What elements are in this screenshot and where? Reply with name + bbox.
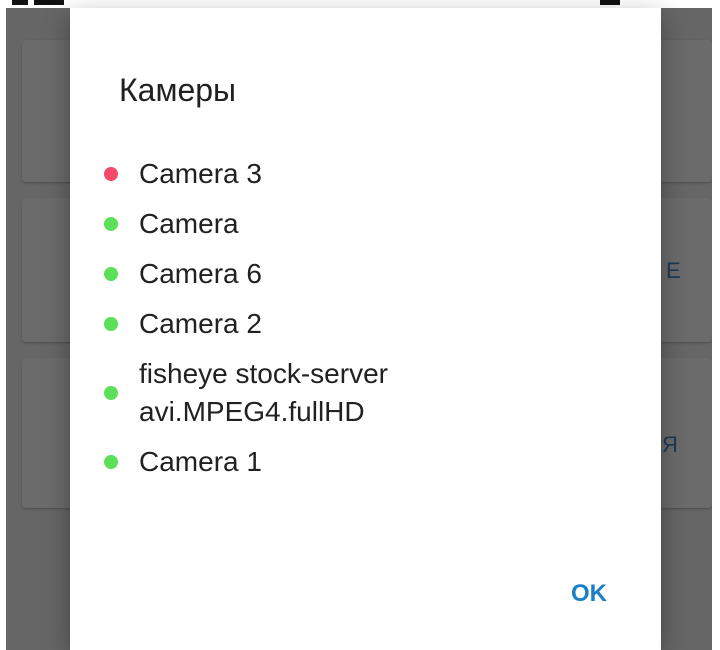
status-dot-icon xyxy=(104,167,118,181)
status-dot-icon xyxy=(104,386,118,400)
camera-name: Camera 3 xyxy=(139,158,262,189)
camera-name: Camera 2 xyxy=(139,308,262,339)
dialog-title: Камеры xyxy=(119,72,237,108)
cameras-dialog: Камеры Camera 3 Camera Camera 6 Camera 2… xyxy=(70,8,661,650)
screen: E Я Камеры Camera 3 Camera Camera 6 Came… xyxy=(0,0,720,650)
status-dot-icon xyxy=(104,267,118,281)
camera-list: Camera 3 Camera Camera 6 Camera 2 fishey… xyxy=(104,155,624,493)
status-dot-icon xyxy=(104,217,118,231)
camera-item[interactable]: Camera 3 xyxy=(104,155,624,193)
camera-name: Camera xyxy=(139,208,239,239)
camera-name: Camera 6 xyxy=(139,258,262,289)
camera-name: Camera 1 xyxy=(139,446,262,477)
camera-item[interactable]: Camera xyxy=(104,205,624,243)
cut-off-header-strip xyxy=(0,0,720,8)
camera-item[interactable]: Camera 6 xyxy=(104,255,624,293)
background-card-text: E xyxy=(666,258,682,283)
camera-item[interactable]: Camera 1 xyxy=(104,443,624,481)
camera-item[interactable]: Camera 2 xyxy=(104,305,624,343)
ok-button[interactable]: OK xyxy=(569,576,609,612)
camera-name: fisheye stock-server avi.MPEG4.fullHD xyxy=(139,358,388,427)
camera-item[interactable]: fisheye stock-server avi.MPEG4.fullHD xyxy=(104,355,624,431)
status-dot-icon xyxy=(104,317,118,331)
status-dot-icon xyxy=(104,455,118,469)
background-card-text: Я xyxy=(662,432,679,457)
